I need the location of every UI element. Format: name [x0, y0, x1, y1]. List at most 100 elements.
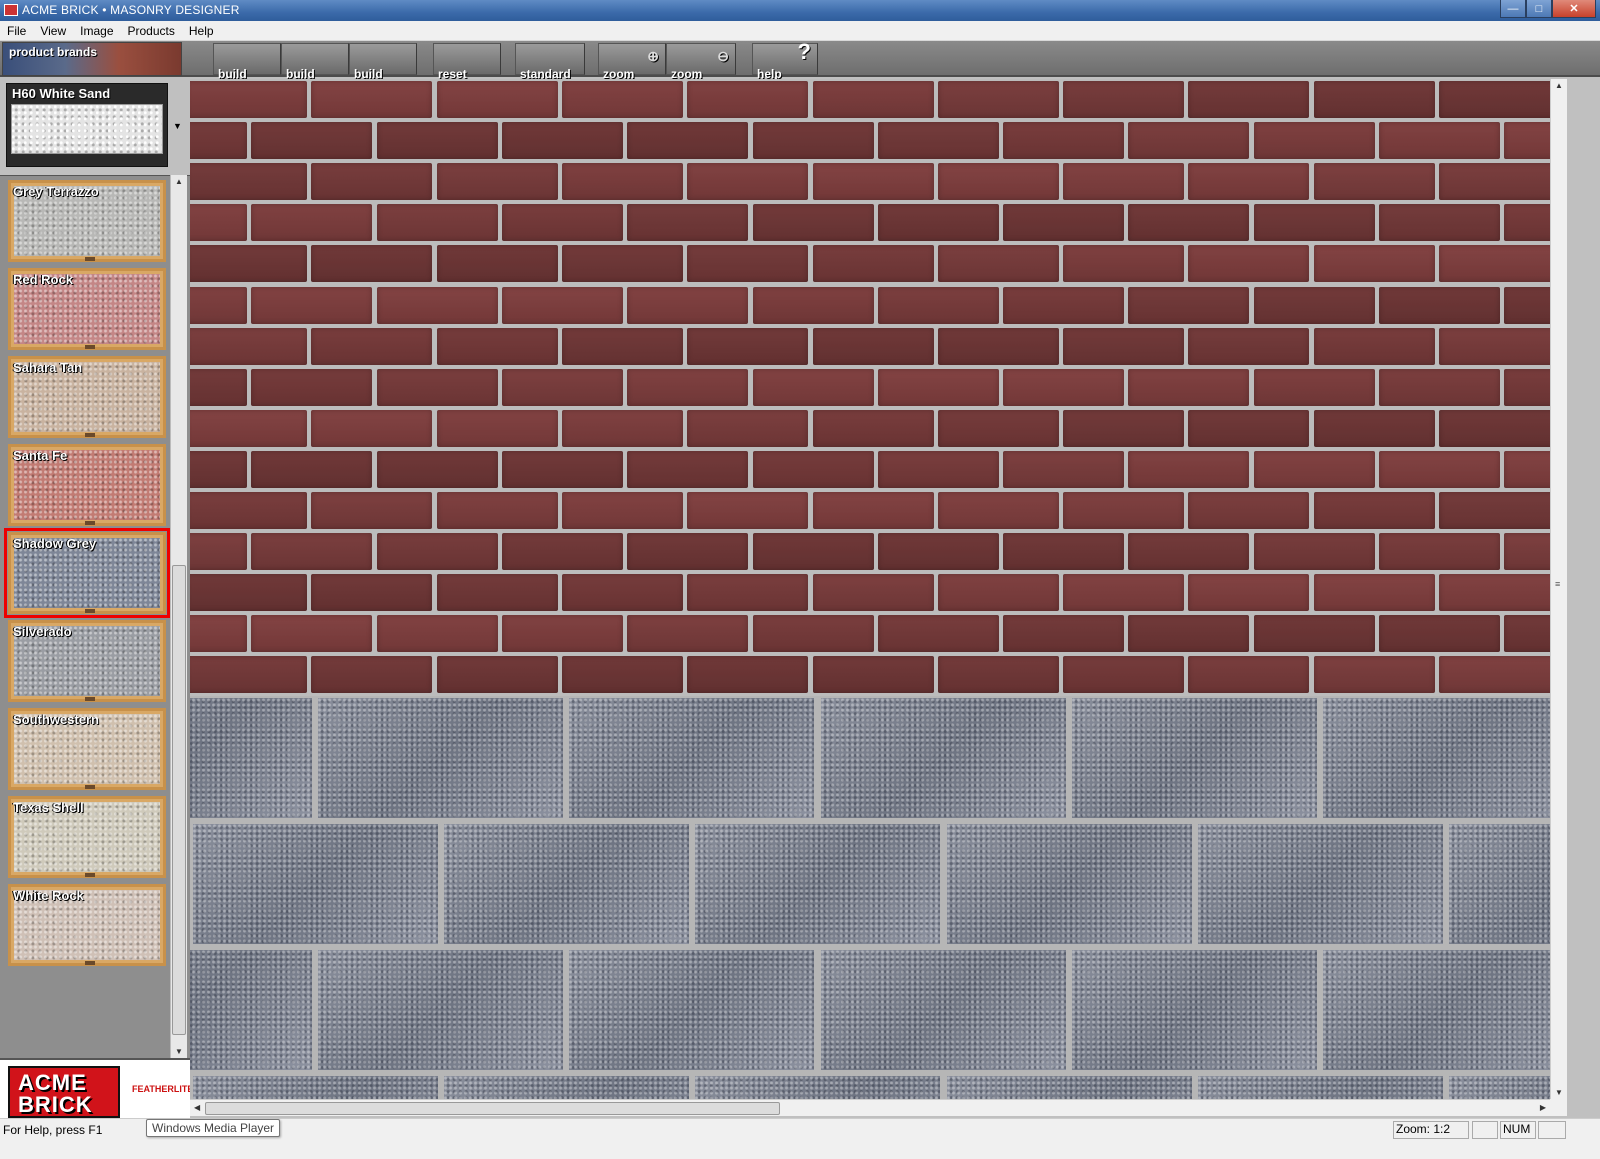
brick [561, 492, 683, 529]
product-name: Silverado [13, 624, 72, 639]
featherlite-logo: FEATHERLITE [130, 1070, 193, 1114]
menu-bar: File View Image Products Help [0, 21, 1600, 41]
menu-products[interactable]: Products [121, 24, 182, 38]
scroll-up-icon[interactable]: ▲ [175, 177, 183, 186]
brick-course [190, 122, 1550, 160]
brick [501, 615, 623, 653]
status-pane-empty-2 [1538, 1121, 1566, 1139]
brick [1063, 574, 1185, 612]
status-help-text: For Help, press F1 [3, 1123, 103, 1137]
block-wall-section [190, 696, 1550, 1099]
brick [627, 615, 749, 653]
standard-coursing-button[interactable]: standard coursing [515, 43, 585, 113]
brick-course [190, 615, 1550, 653]
brick [190, 286, 247, 324]
brick [501, 450, 623, 488]
canvas-vertical-scrollbar[interactable]: ▲ ≡ ▼ [1550, 79, 1567, 1099]
product-list-scrollbar[interactable]: ▲ ▼ [170, 175, 187, 1058]
brick [561, 245, 683, 283]
reset-mortars-button[interactable]: reset mortars [433, 43, 501, 113]
dropdown-arrow-icon[interactable]: ▼ [173, 121, 182, 131]
product-item[interactable]: Texas Shell [8, 796, 166, 878]
product-item[interactable]: Southwestern [8, 708, 166, 790]
masonry-canvas[interactable] [190, 79, 1550, 1099]
brick [1504, 286, 1550, 324]
brick [376, 286, 498, 324]
brick-course [190, 286, 1550, 324]
app-icon[interactable] [4, 4, 18, 16]
menu-view[interactable]: View [33, 24, 73, 38]
brick [937, 327, 1059, 365]
brick [1128, 533, 1250, 571]
canvas-horizontal-scrollbar[interactable]: ◀ ▶ [190, 1099, 1550, 1116]
product-list-scroll-thumb[interactable] [172, 565, 186, 1035]
brick [1128, 450, 1250, 488]
product-item[interactable]: Grey Terrazzo [8, 180, 166, 262]
brick [1253, 368, 1375, 406]
cmu-block [444, 824, 690, 944]
brick [1063, 81, 1185, 118]
brick [190, 245, 307, 283]
canvas-scroll-right-icon[interactable]: ▶ [1540, 1103, 1546, 1112]
brick [627, 368, 749, 406]
help-button[interactable]: help ? [752, 41, 818, 80]
brick [1504, 204, 1550, 242]
maximize-button[interactable]: □ [1526, 0, 1552, 18]
product-item[interactable]: Sahara Tan [8, 356, 166, 438]
brick [1439, 574, 1550, 612]
brick [190, 450, 247, 488]
canvas-scroll-left-icon[interactable]: ◀ [194, 1103, 200, 1112]
brick [937, 492, 1059, 529]
canvas-horizontal-scroll-thumb[interactable] [205, 1102, 780, 1115]
cmu-block [1323, 950, 1550, 1070]
brick [812, 81, 934, 118]
product-item[interactable]: Shadow Grey [4, 528, 170, 618]
close-button[interactable]: ✕ [1552, 0, 1596, 18]
brick [311, 492, 433, 529]
brick-course [190, 533, 1550, 571]
menu-image[interactable]: Image [73, 24, 120, 38]
block-course [190, 950, 1550, 1070]
menu-file[interactable]: File [0, 24, 33, 38]
brick [752, 122, 874, 160]
brick [1379, 450, 1500, 488]
brick [1253, 286, 1375, 324]
build-stack-button[interactable]: build stack [213, 43, 281, 113]
product-item[interactable]: White Rock [8, 884, 166, 966]
brick [1253, 533, 1375, 571]
brick [376, 368, 498, 406]
zoom-in-button[interactable]: zoom in ⊕ [598, 43, 666, 113]
current-product-selector[interactable]: H60 White Sand [6, 83, 168, 167]
brick [812, 656, 934, 694]
cmu-block [1323, 698, 1550, 818]
brick [190, 204, 247, 242]
product-item[interactable]: Red Rock [8, 268, 166, 350]
minimize-button[interactable]: — [1500, 0, 1526, 18]
brick [1313, 409, 1435, 447]
zoom-out-button[interactable]: zoom out ⊖ [666, 43, 736, 113]
menu-help[interactable]: Help [182, 24, 221, 38]
canvas-scroll-down-icon[interactable]: ▼ [1555, 1088, 1563, 1097]
build-third-button[interactable]: build third [349, 43, 417, 113]
brick [190, 656, 307, 694]
brick [1439, 81, 1550, 118]
brick [937, 409, 1059, 447]
cmu-block [1071, 950, 1317, 1070]
brick [376, 533, 498, 571]
brick [1188, 245, 1310, 283]
canvas-scroll-up-icon[interactable]: ▲ [1555, 81, 1563, 90]
brick [436, 409, 558, 447]
brick [1063, 492, 1185, 529]
scroll-down-icon[interactable]: ▼ [175, 1047, 183, 1056]
product-brands-button[interactable]: product brands [2, 42, 182, 76]
brick [251, 368, 373, 406]
current-product-name: H60 White Sand [12, 86, 111, 101]
brick [501, 122, 623, 160]
product-item[interactable]: Silverado [8, 620, 166, 702]
product-item[interactable]: Santa Fe [8, 444, 166, 526]
brick [436, 245, 558, 283]
brick [376, 204, 498, 242]
brick [1128, 286, 1250, 324]
zoom-in-icon: ⊕ [647, 48, 659, 64]
build-running-button[interactable]: build running [281, 43, 349, 113]
